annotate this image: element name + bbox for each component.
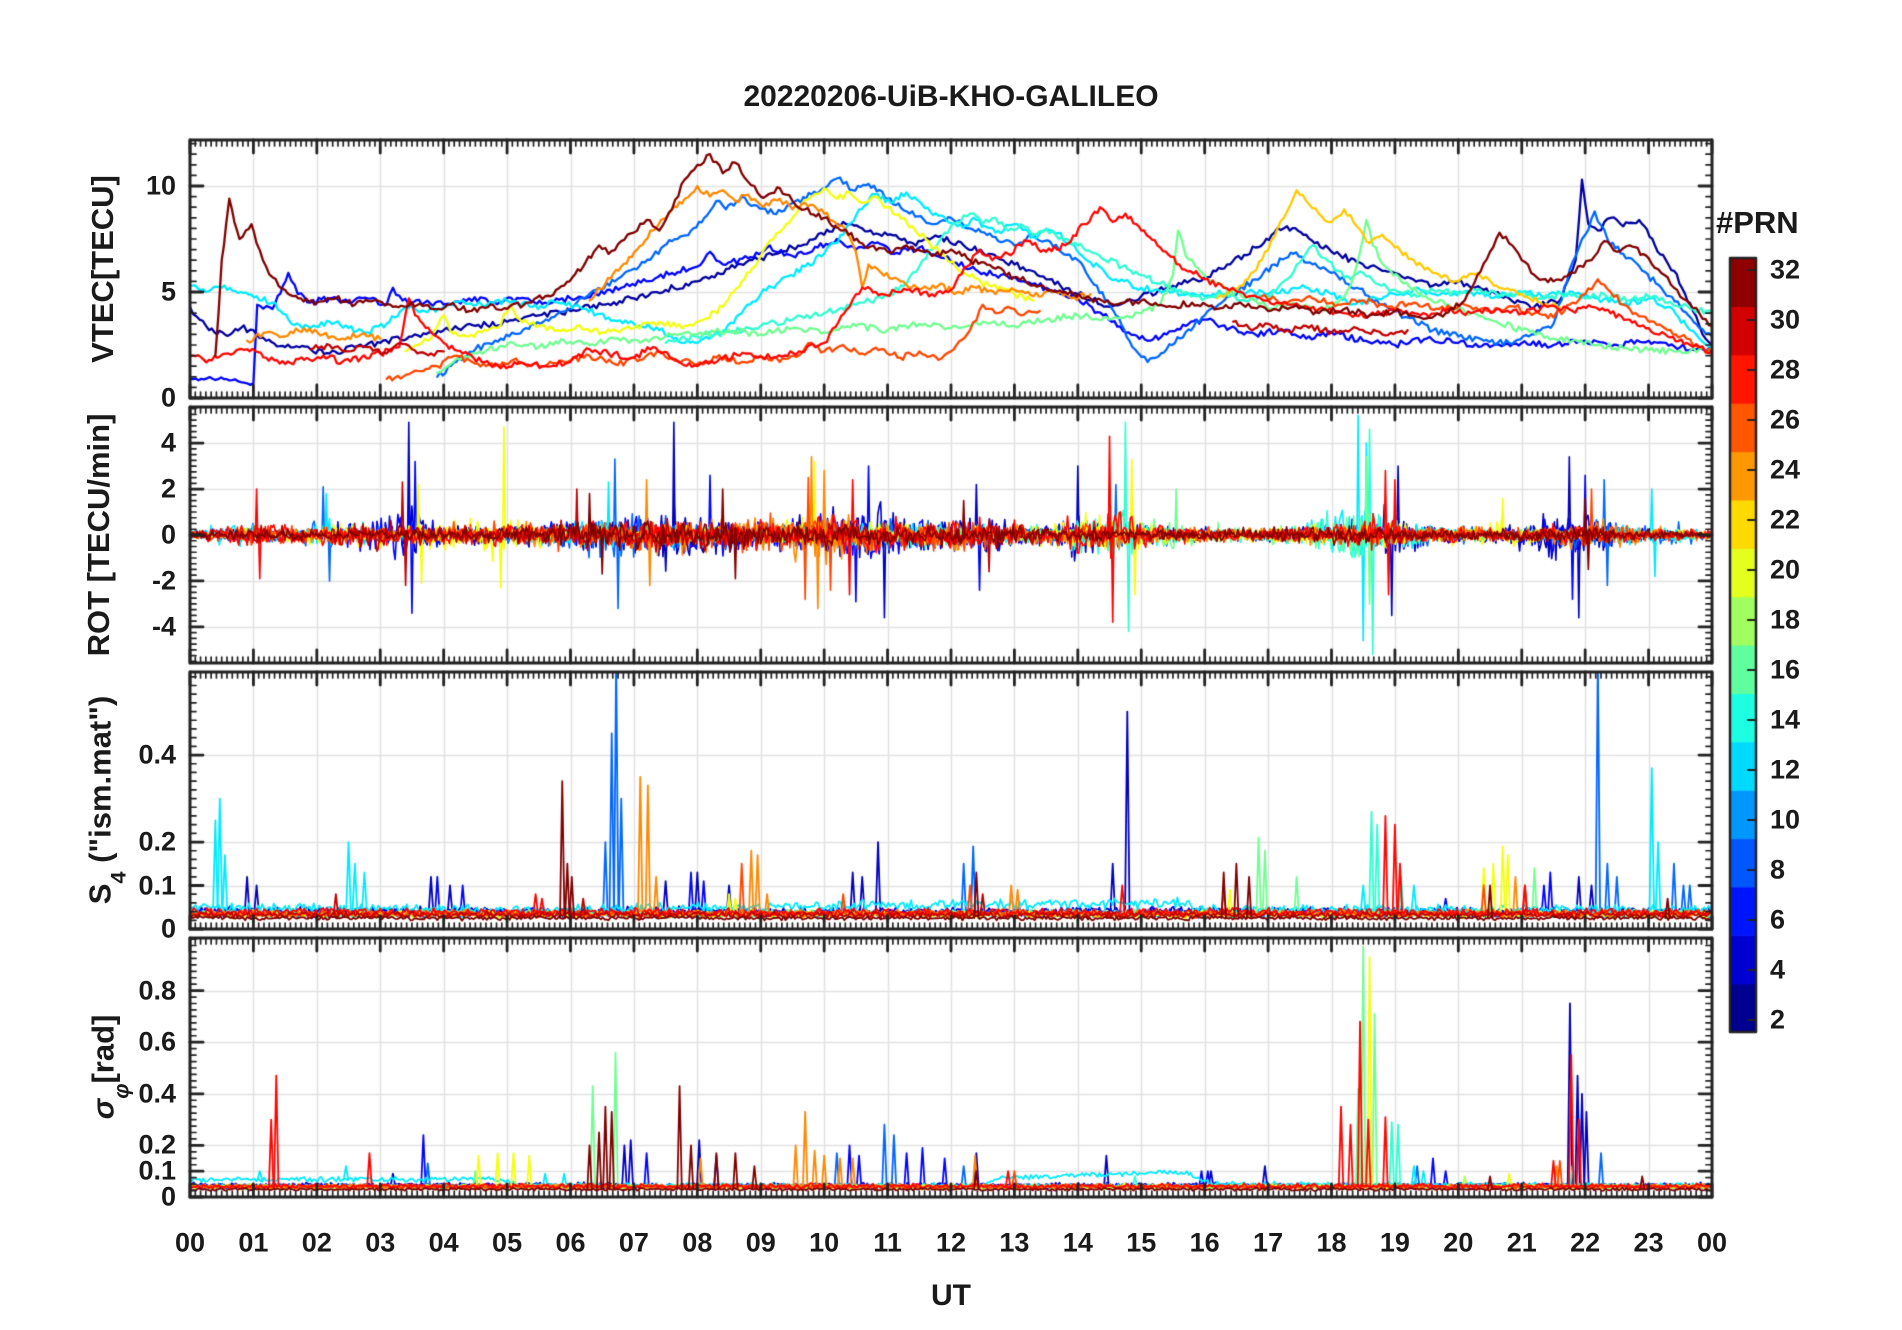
colorbar-tick-label: 16 (1770, 654, 1801, 685)
ylabel-sigma-phi: σφ[rad] (85, 1014, 133, 1120)
x-tick-label: 23 (1633, 1227, 1664, 1258)
y-tick-label-rot: -4 (151, 611, 176, 642)
y-tick-label-rot: -2 (151, 565, 176, 596)
colorbar-tick-label: 10 (1770, 804, 1801, 835)
y-tick-label-rot: 2 (160, 473, 176, 504)
x-tick-label: 19 (1379, 1227, 1410, 1258)
colorbar-tick-label: 12 (1770, 754, 1801, 785)
y-tick-label-rot: 4 (160, 427, 176, 458)
ylabel-phi-sub: φ (108, 1083, 134, 1099)
x-tick-label: 21 (1506, 1227, 1537, 1258)
x-tick-label: 11 (873, 1227, 902, 1258)
y-tick-label-sigma_phi: 0.2 (138, 1129, 176, 1160)
y-tick-label-vtec: 0 (160, 382, 176, 413)
x-tick-label: 00 (174, 1227, 206, 1258)
colorbar-title: #PRN (1716, 205, 1799, 240)
x-tick-label: 16 (1189, 1227, 1220, 1258)
x-tick-label: 14 (1062, 1227, 1093, 1258)
x-tick-label: 02 (301, 1227, 332, 1258)
y-tick-label-sigma_phi: 0.4 (138, 1078, 176, 1109)
chart-title: 20220206-UiB-KHO-GALILEO (743, 80, 1159, 113)
colorbar-tick-label: 18 (1770, 604, 1801, 635)
ylabel-rad: [rad] (85, 1014, 121, 1084)
colorbar-tick-label: 24 (1770, 454, 1801, 485)
y-tick-label-vtec: 5 (160, 276, 176, 307)
x-tick-label: 01 (238, 1227, 269, 1258)
ylabel-vtec: VTEC[TECU] (85, 175, 120, 363)
y-tick-label-s4: 0.2 (138, 826, 176, 857)
x-tick-label: 07 (618, 1227, 649, 1258)
xlabel-ut: UT (931, 1279, 971, 1312)
colorbar-tick-label: 6 (1770, 904, 1786, 935)
x-tick-label: 04 (428, 1227, 459, 1258)
colorbar-tick-label: 32 (1770, 254, 1801, 285)
ylabel-sigma: σ (85, 1098, 121, 1120)
x-tick-label: 13 (999, 1227, 1030, 1258)
y-tick-label-sigma_phi: 0.8 (138, 975, 176, 1006)
ylabel-s4-sub: 4 (105, 871, 131, 884)
figure: 20220206-UiB-KHO-GALILEO VTEC[TECU] ROT … (0, 0, 1902, 1330)
colorbar-tick-label: 30 (1770, 304, 1801, 335)
x-tick-label: 22 (1570, 1227, 1601, 1258)
colorbar-tick-label: 14 (1770, 704, 1801, 735)
x-tick-label: 10 (809, 1227, 840, 1258)
x-tick-label: 20 (1443, 1227, 1474, 1258)
colorbar-tick-label: 2 (1770, 1004, 1786, 1035)
x-tick-label: 05 (492, 1227, 523, 1258)
plot-canvas (0, 0, 1902, 1330)
ylabel-s4-post: ("ism.mat") (82, 695, 118, 872)
colorbar-tick-label: 26 (1770, 404, 1801, 435)
colorbar-tick-label: 28 (1770, 354, 1801, 385)
ylabel-rot: ROT [TECU/min] (81, 413, 116, 657)
x-tick-label: 03 (365, 1227, 396, 1258)
y-tick-label-s4: 0 (160, 913, 176, 944)
colorbar-tick-label: 8 (1770, 854, 1786, 885)
y-tick-label-s4: 0.1 (138, 870, 176, 900)
x-tick-label: 08 (682, 1227, 713, 1258)
y-tick-label-sigma_phi: 0.6 (138, 1026, 176, 1057)
x-tick-label: 09 (745, 1227, 776, 1258)
x-tick-label: 12 (935, 1227, 967, 1258)
colorbar-tick-label: 22 (1770, 504, 1801, 535)
x-tick-label: 00 (1696, 1227, 1728, 1258)
y-tick-label-vtec: 10 (145, 170, 176, 201)
y-tick-label-s4: 0.4 (138, 739, 176, 770)
x-tick-label: 18 (1316, 1227, 1347, 1258)
x-tick-label: 06 (555, 1227, 586, 1258)
colorbar-tick-label: 20 (1770, 554, 1801, 585)
x-tick-label: 15 (1126, 1227, 1157, 1258)
ylabel-s4-pre: S (82, 883, 118, 905)
x-tick-label: 17 (1253, 1227, 1284, 1258)
ylabel-s4: S4 ("ism.mat") (82, 695, 130, 905)
colorbar-tick-label: 4 (1770, 954, 1786, 985)
y-tick-label-rot: 0 (160, 519, 176, 550)
